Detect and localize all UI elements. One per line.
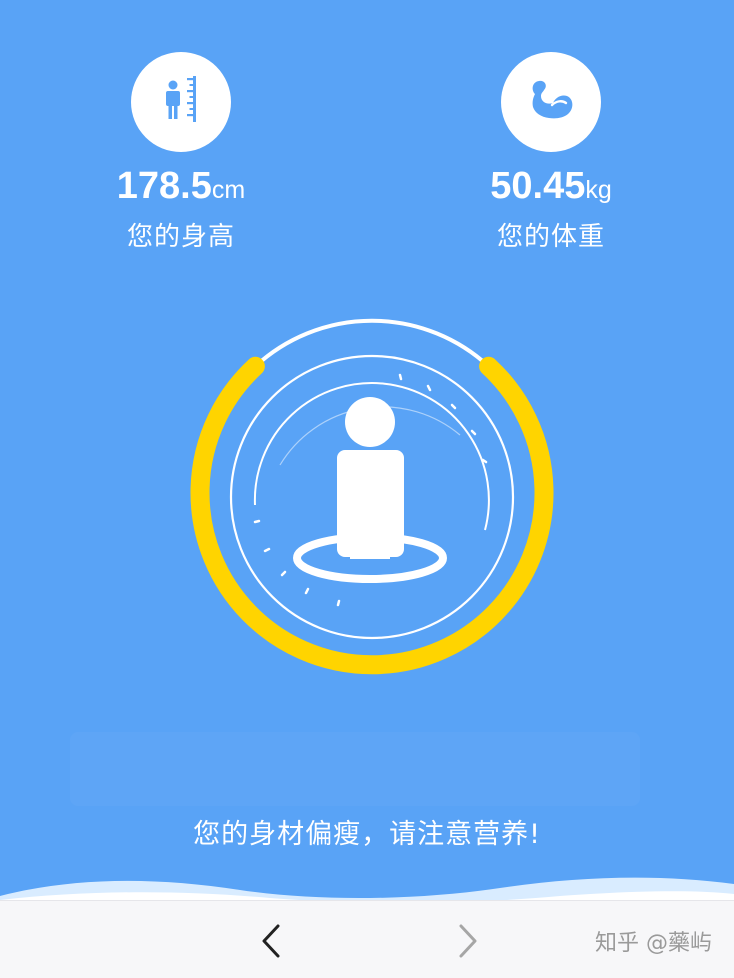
height-ruler-person-icon <box>131 52 231 152</box>
person-on-platform-icon <box>293 397 447 583</box>
gauge-outer-arc <box>253 318 491 369</box>
chevron-right-icon <box>459 924 477 958</box>
weight-number: 50.45 <box>490 165 586 207</box>
watermark: 知乎 @藥屿 <box>595 931 712 956</box>
body-stats-screen: 178.5cm 您的身高 50.45kg 您的体重 您的身材偏瘦，请注意营养! … <box>0 0 734 978</box>
weight-value: 50.45kg <box>421 158 681 214</box>
advice-message: 您的身材偏瘦，请注意营养! <box>193 819 541 850</box>
message-band <box>70 732 640 806</box>
weight-unit: kg <box>585 176 612 204</box>
body-type-gauge <box>190 318 554 675</box>
height-unit: cm <box>211 176 246 204</box>
browser-navbar: 知乎 @藥屿 <box>0 900 734 978</box>
wave-decoration <box>0 877 734 905</box>
height-number: 178.5 <box>116 165 212 207</box>
flexed-biceps-icon <box>501 52 601 152</box>
back-button[interactable] <box>251 921 291 961</box>
height-value: 178.5cm <box>51 158 311 214</box>
forward-button[interactable] <box>448 921 488 961</box>
main-panel: 178.5cm 您的身高 50.45kg 您的体重 您的身材偏瘦，请注意营养! <box>0 0 734 905</box>
weight-stat: 50.45kg 您的体重 <box>421 52 681 253</box>
height-stat: 178.5cm 您的身高 <box>51 52 311 253</box>
chevron-left-icon <box>262 924 280 958</box>
height-label: 您的身高 <box>126 222 235 252</box>
weight-label: 您的体重 <box>496 222 605 252</box>
